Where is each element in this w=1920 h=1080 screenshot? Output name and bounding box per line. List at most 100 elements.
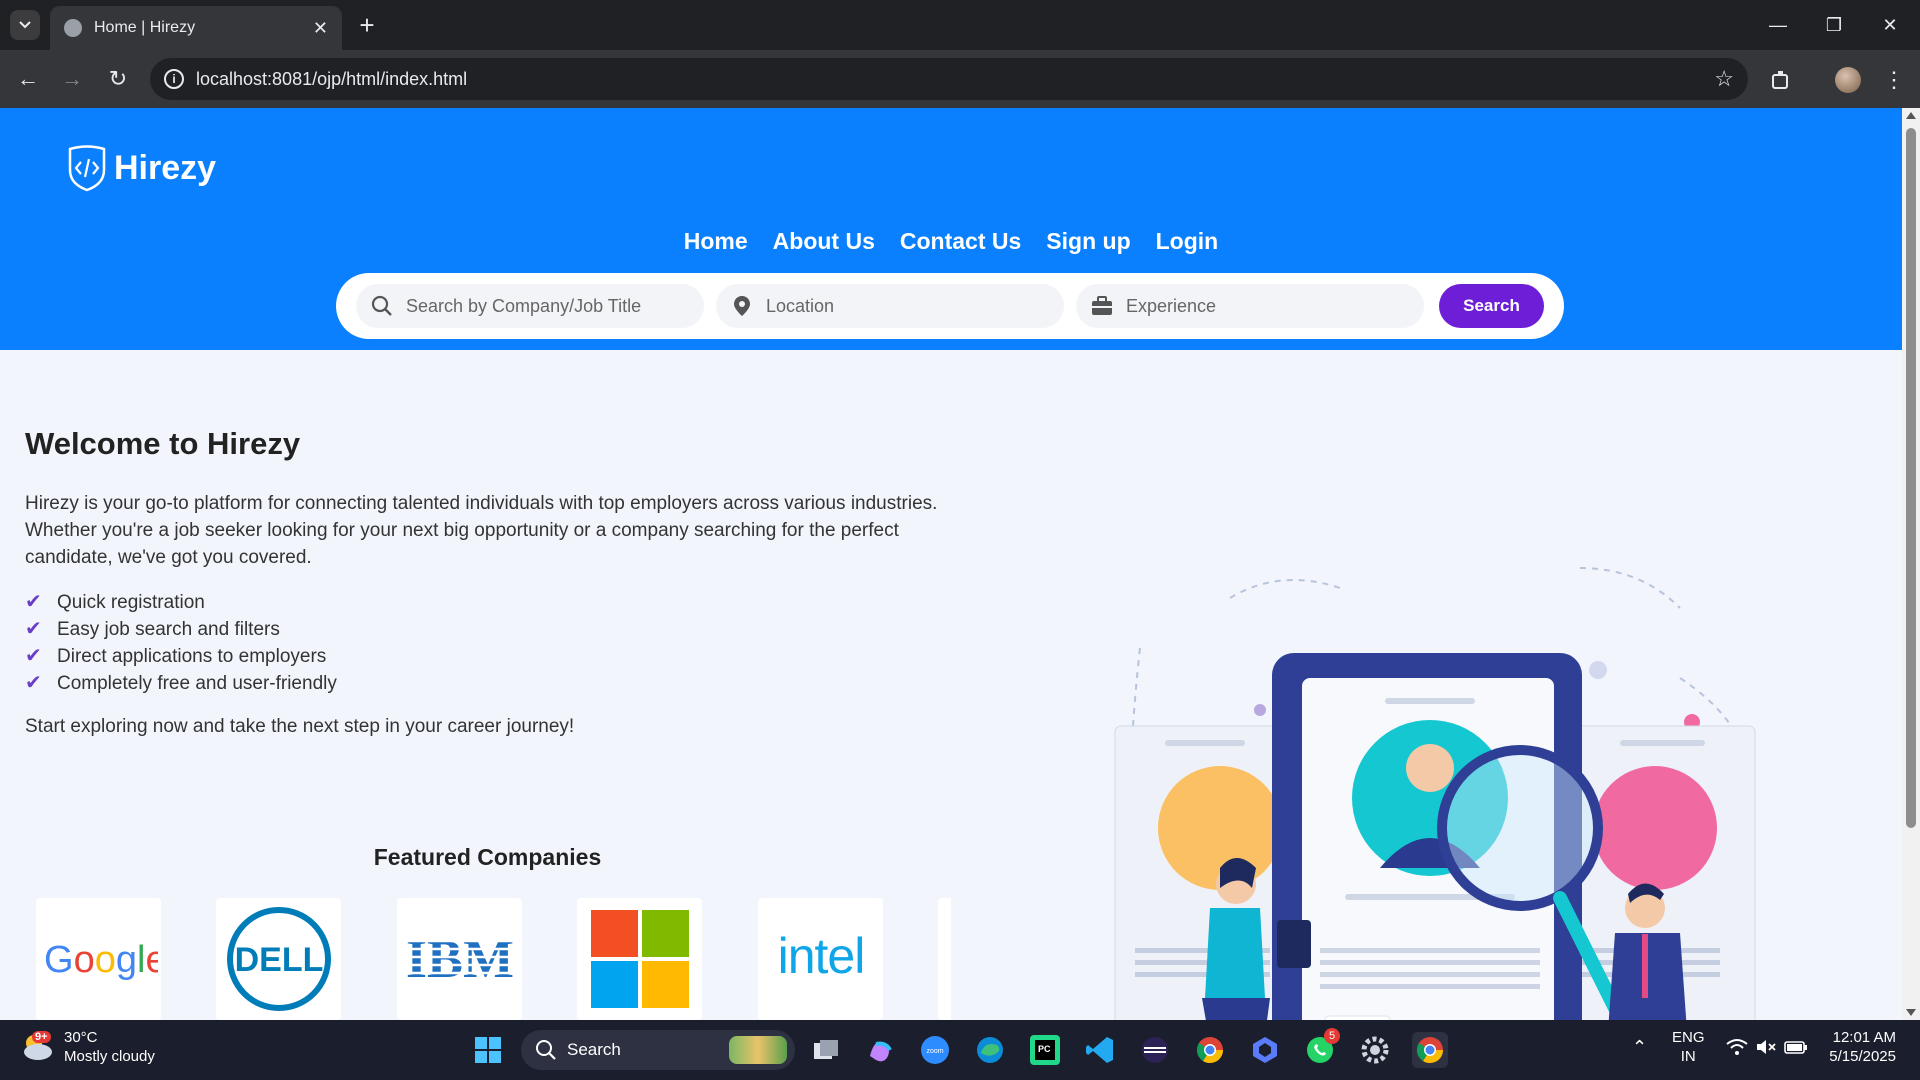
nav-contact-us[interactable]: Contact Us xyxy=(900,228,1021,255)
whatsapp-icon[interactable]: 5 xyxy=(1302,1028,1340,1068)
svg-text:intel: intel xyxy=(777,929,864,984)
microsoft-logo[interactable] xyxy=(577,898,702,1020)
experience-field[interactable] xyxy=(1076,284,1424,328)
welcome-intro: Hirezy is your go-to platform for connec… xyxy=(25,493,938,568)
web-page: Hirezy Home About Us Contact Us Sign up … xyxy=(0,108,1902,1020)
search-icon xyxy=(370,294,394,318)
pycharm-icon[interactable]: PC xyxy=(1027,1032,1063,1068)
chrome-icon[interactable] xyxy=(1192,1032,1228,1068)
taskbar-search-label: Search xyxy=(567,1040,621,1059)
close-window-button[interactable]: ✕ xyxy=(1862,0,1918,50)
wifi-icon[interactable] xyxy=(1726,1038,1748,1061)
nav-login[interactable]: Login xyxy=(1156,228,1219,255)
scroll-up-arrow[interactable] xyxy=(1906,112,1916,119)
scroll-down-arrow[interactable] xyxy=(1906,1009,1916,1016)
chevron-down-icon xyxy=(19,21,31,29)
recruitment-illustration xyxy=(1114,567,1756,1020)
url-text[interactable]: localhost:8081/ojp/html/index.html xyxy=(196,69,467,90)
weather-widget[interactable]: 9+ 30°C Mostly cloudy xyxy=(20,1028,155,1066)
weather-badge: 9+ xyxy=(32,1031,51,1043)
forward-button[interactable]: → xyxy=(54,64,90,94)
nav-about-us[interactable]: About Us xyxy=(773,228,875,255)
feature-item: ✔ Direct applications to employers xyxy=(25,643,975,670)
weather-condition: Mostly cloudy xyxy=(64,1048,155,1065)
whatsapp-badge: 5 xyxy=(1324,1028,1340,1044)
check-icon: ✔ xyxy=(25,672,42,694)
svg-text:DELL: DELL xyxy=(234,941,323,979)
svg-text:Google: Google xyxy=(44,939,158,981)
search-highlight-icon xyxy=(729,1036,787,1064)
globe-icon xyxy=(64,19,82,37)
featured-companies-title: Featured Companies xyxy=(373,844,602,870)
zoom-icon[interactable]: zoom xyxy=(917,1032,953,1068)
site-info-icon[interactable]: i xyxy=(164,69,184,89)
map-pin-icon xyxy=(730,294,754,318)
language-indicator[interactable]: ENG IN xyxy=(1672,1028,1705,1066)
profile-avatar[interactable] xyxy=(1832,64,1864,96)
company-logo-carousel: Google DELL IBM intel xyxy=(36,898,951,1020)
svg-text:zoom: zoom xyxy=(926,1048,943,1055)
reload-button[interactable]: ↻ xyxy=(100,64,136,94)
briefcase-icon xyxy=(1090,294,1114,318)
scroll-thumb[interactable] xyxy=(1906,128,1916,828)
hero-header: Hirezy Home About Us Contact Us Sign up … xyxy=(0,108,1902,350)
feature-item: ✔ Easy job search and filters xyxy=(25,616,975,643)
nav-home[interactable]: Home xyxy=(684,228,748,255)
task-view-icon[interactable] xyxy=(808,1032,844,1068)
windows-start-icon[interactable] xyxy=(470,1032,506,1068)
partial-logo xyxy=(938,898,951,1020)
browser-tab-strip: Home | Hirezy ✕ + — ❐ ✕ xyxy=(0,0,1920,50)
new-tab-button[interactable]: + xyxy=(352,10,382,40)
bookmark-star-icon[interactable]: ☆ xyxy=(1714,66,1734,92)
restore-button[interactable]: ❐ xyxy=(1806,0,1862,50)
vscode-icon[interactable] xyxy=(1082,1032,1118,1068)
nav-sign-up[interactable]: Sign up xyxy=(1046,228,1130,255)
location-input[interactable] xyxy=(766,295,1026,317)
search-icon xyxy=(536,1040,556,1060)
site-logo[interactable]: Hirezy xyxy=(66,144,216,192)
location-field[interactable] xyxy=(716,284,1064,328)
windows-taskbar: 9+ 30°C Mostly cloudy Search zoom PC 5 ⌃… xyxy=(0,1020,1920,1080)
back-button[interactable]: ← xyxy=(10,64,46,94)
intel-logo[interactable]: intel xyxy=(758,898,883,1020)
temperature: 30°C xyxy=(64,1029,98,1046)
speaker-muted-icon[interactable] xyxy=(1755,1038,1777,1061)
taskbar-search[interactable]: Search xyxy=(521,1030,795,1070)
check-icon: ✔ xyxy=(25,591,42,613)
copilot-app-icon[interactable] xyxy=(1247,1032,1283,1068)
language-code: ENG xyxy=(1672,1029,1705,1046)
experience-input[interactable] xyxy=(1126,295,1386,317)
chevron-up-icon[interactable]: ⌃ xyxy=(1632,1038,1647,1057)
shield-code-icon xyxy=(68,145,106,192)
settings-icon[interactable] xyxy=(1357,1032,1393,1068)
active-tab[interactable]: Home | Hirezy ✕ xyxy=(50,6,342,50)
page-scrollbar[interactable] xyxy=(1902,108,1920,1020)
feature-item: ✔ Completely free and user-friendly xyxy=(25,670,975,697)
battery-icon[interactable] xyxy=(1784,1038,1808,1061)
region-code: IN xyxy=(1680,1048,1696,1065)
cloud-sun-icon: 9+ xyxy=(20,1031,54,1061)
ibm-logo[interactable]: IBM xyxy=(397,898,522,1020)
chrome-active-icon[interactable] xyxy=(1412,1032,1448,1068)
main-navigation: Home About Us Contact Us Sign up Login xyxy=(0,228,1902,255)
tab-search-dropdown-button[interactable] xyxy=(10,10,40,40)
svg-text:PC: PC xyxy=(1038,1044,1051,1054)
svg-text:IBM: IBM xyxy=(406,929,514,989)
welcome-title: Welcome to Hirezy xyxy=(25,426,301,461)
browser-menu-icon[interactable]: ⋮ xyxy=(1878,64,1910,96)
job-search-bar: Search xyxy=(336,273,1564,339)
tab-title: Home | Hirezy xyxy=(94,19,196,36)
company-search-field[interactable] xyxy=(356,284,704,328)
edge-icon[interactable] xyxy=(972,1032,1008,1068)
extensions-icon[interactable] xyxy=(1765,64,1797,96)
google-logo[interactable]: Google xyxy=(36,898,161,1020)
dell-logo[interactable]: DELL xyxy=(216,898,341,1020)
copilot-icon[interactable] xyxy=(862,1032,898,1068)
eclipse-icon[interactable] xyxy=(1137,1032,1173,1068)
address-bar[interactable]: i localhost:8081/ojp/html/index.html ☆ xyxy=(150,58,1748,100)
clock[interactable]: 12:01 AM 5/15/2025 xyxy=(1826,1028,1896,1066)
search-button[interactable]: Search xyxy=(1439,284,1544,328)
minimize-button[interactable]: — xyxy=(1750,0,1806,50)
company-search-input[interactable] xyxy=(406,295,666,317)
close-tab-icon[interactable]: ✕ xyxy=(313,18,328,39)
